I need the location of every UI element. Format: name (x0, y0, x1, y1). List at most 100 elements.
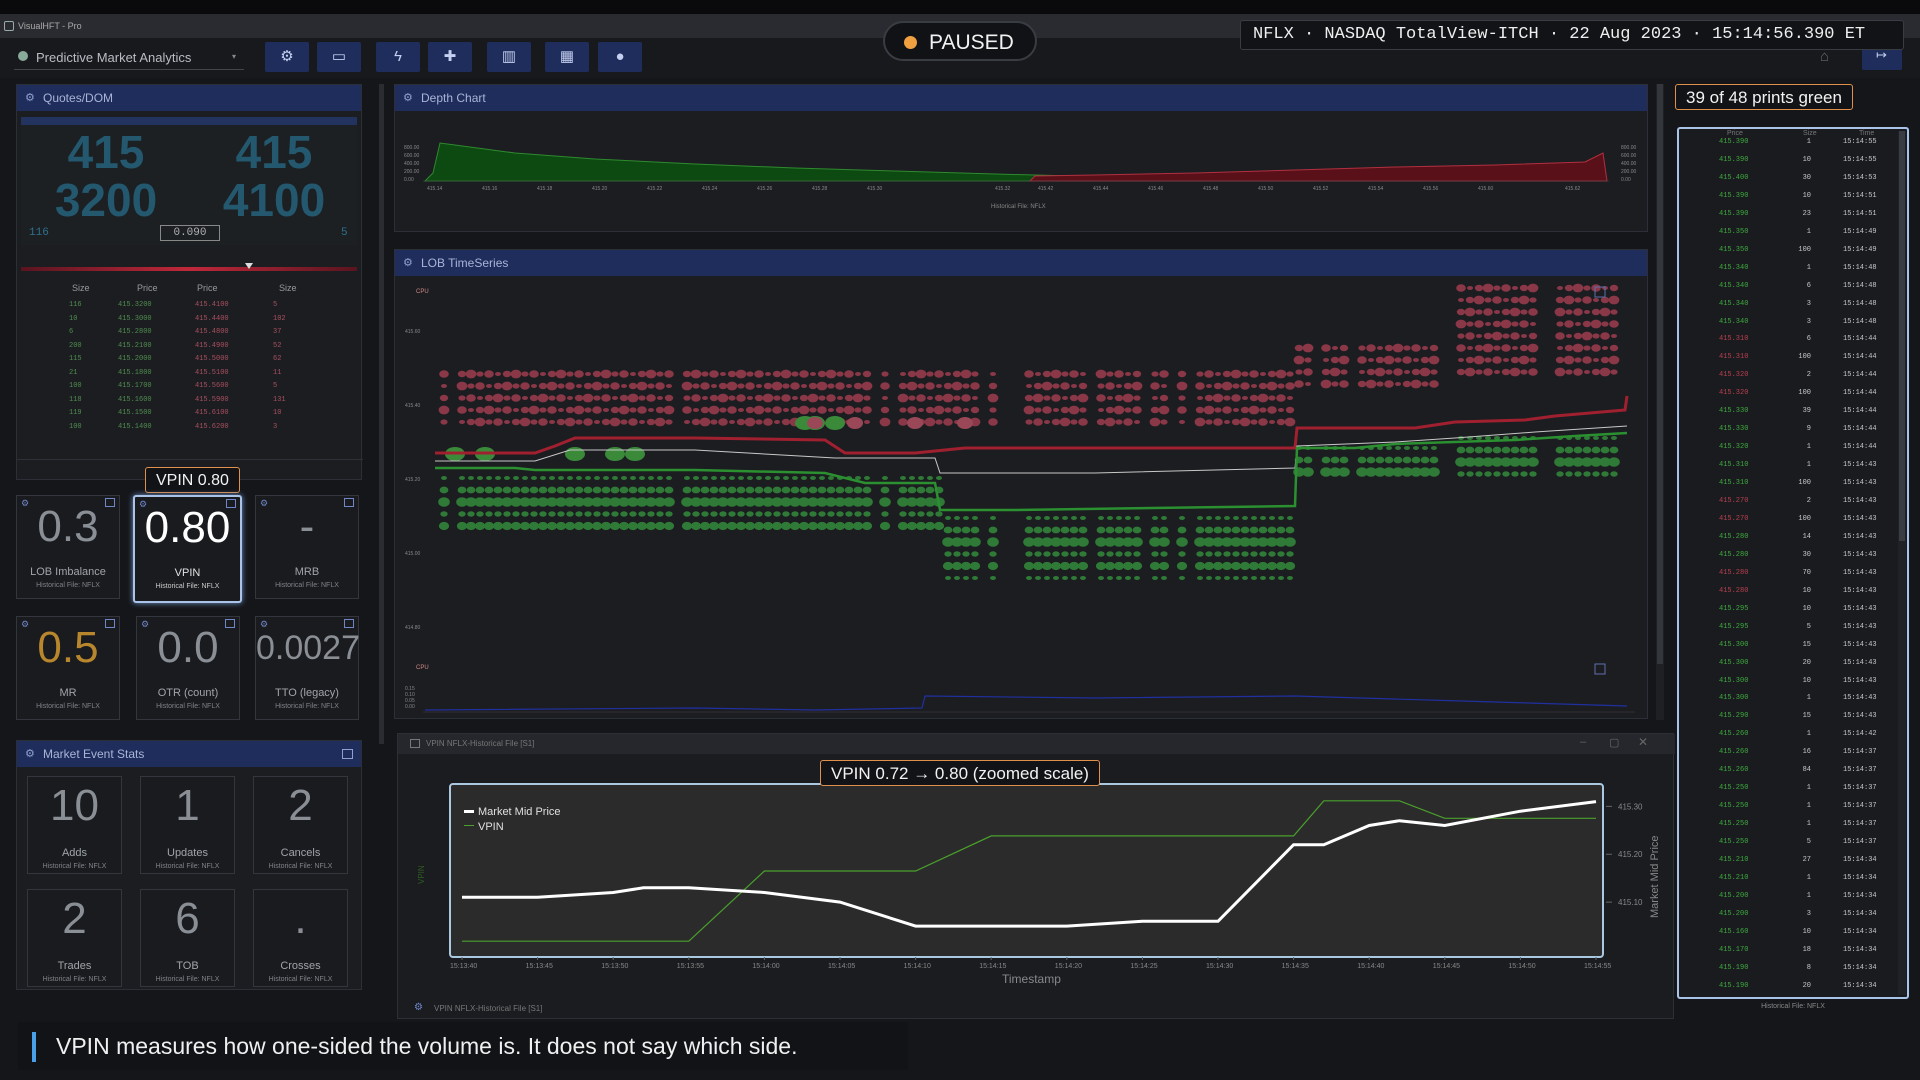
tape-time: 15:14:43 (1843, 532, 1877, 541)
tape-row: 415.295 5 15:14:43 (1679, 618, 1897, 636)
tape-price: 415.270 (1719, 514, 1749, 523)
tape-price: 415.260 (1719, 766, 1749, 775)
tape-price: 415.210 (1719, 873, 1749, 882)
tape-row: 415.340 3 15:14:48 (1679, 295, 1897, 313)
tape-time: 15:14:37 (1843, 802, 1877, 811)
tape-size: 100 (1798, 479, 1811, 488)
tape-price: 415.350 (1719, 227, 1749, 236)
tape-size: 15 (1802, 640, 1811, 649)
tape-scrollbar[interactable] (1898, 131, 1906, 995)
tape-row: 415.200 3 15:14:34 (1679, 905, 1897, 923)
tape-price: 415.300 (1719, 694, 1749, 703)
tape-price: 415.350 (1719, 245, 1749, 254)
tape-size: 5 (1806, 838, 1811, 847)
tape-time: 15:14:44 (1843, 425, 1877, 434)
scroll-thumb[interactable] (1899, 131, 1905, 541)
tape-time: 15:14:53 (1843, 173, 1877, 182)
tape-time: 15:14:37 (1843, 766, 1877, 775)
tape-row: 415.310 100 15:14:44 (1679, 348, 1897, 366)
tape-size: 30 (1802, 550, 1811, 559)
tape-row: 415.330 39 15:14:44 (1679, 402, 1897, 420)
tape-size: 18 (1802, 945, 1811, 954)
tape-size: 1 (1806, 461, 1811, 470)
tape-price: 415.280 (1719, 532, 1749, 541)
tape-time: 15:14:43 (1843, 712, 1877, 721)
tape-time: 15:14:44 (1843, 353, 1877, 362)
tape-row: 415.250 5 15:14:37 (1679, 833, 1897, 851)
tape-time: 15:14:34 (1843, 909, 1877, 918)
tape-size: 84 (1802, 766, 1811, 775)
tape-time: 15:14:34 (1843, 873, 1877, 882)
tape-price: 415.280 (1719, 550, 1749, 559)
tape-row: 415.295 10 15:14:43 (1679, 600, 1897, 618)
tape-size: 100 (1798, 245, 1811, 254)
tape-time: 15:14:43 (1843, 622, 1877, 631)
y-tick: 415.10 (1618, 898, 1643, 907)
x-tick: 15:14:45 (1433, 963, 1460, 970)
tape-time: 15:14:48 (1843, 281, 1877, 290)
tape-size: 10 (1802, 155, 1811, 164)
tape-size: 6 (1806, 335, 1811, 344)
x-tick: 15:14:55 (1584, 963, 1611, 970)
tape-size: 100 (1798, 353, 1811, 362)
caption-bar: VPIN measures how one-sided the volume i… (18, 1022, 908, 1070)
tape-row: 415.390 10 15:14:51 (1679, 187, 1897, 205)
tape-row: 415.160 10 15:14:34 (1679, 923, 1897, 941)
tape-row: 415.250 1 15:14:37 (1679, 815, 1897, 833)
tape-size: 10 (1802, 604, 1811, 613)
tape-time: 15:14:48 (1843, 263, 1877, 272)
tape-size: 3 (1806, 299, 1811, 308)
legend-swatch-mid (464, 810, 474, 813)
tape-row: 415.310 100 15:14:43 (1679, 474, 1897, 492)
tape-price: 415.250 (1719, 838, 1749, 847)
tape-price: 415.210 (1719, 856, 1749, 864)
x-tick: 15:14:00 (752, 963, 779, 970)
tape-size: 3 (1806, 317, 1811, 326)
tape-row: 415.300 20 15:14:43 (1679, 654, 1897, 672)
y-right-axis-title: Market Mid Price (1649, 835, 1661, 918)
tape-price: 415.300 (1719, 676, 1749, 685)
tape-row: 415.280 14 15:14:43 (1679, 528, 1897, 546)
tape-size: 2 (1806, 371, 1811, 380)
tape-price: 415.160 (1719, 927, 1749, 936)
tape-size: 1 (1806, 873, 1811, 882)
x-tick: 15:14:20 (1055, 963, 1082, 970)
tape-size: 3 (1806, 909, 1811, 918)
tape-price: 415.330 (1719, 407, 1749, 416)
tape-time: 15:14:37 (1843, 784, 1877, 793)
tape-price: 415.320 (1719, 389, 1749, 398)
tape-row: 415.290 15 15:14:43 (1679, 707, 1897, 725)
tape-price: 415.190 (1719, 981, 1749, 990)
tape-rows: 415.390 1 15:14:55 415.390 10 15:14:55 415.400… (1679, 133, 1897, 997)
tape-size: 20 (1802, 981, 1811, 990)
tape-time: 15:14:34 (1843, 945, 1877, 954)
tape-price: 415.400 (1719, 173, 1749, 182)
tape-row: 415.320 100 15:14:44 (1679, 384, 1897, 402)
x-tick: 15:13:55 (677, 963, 704, 970)
tape-size: 10 (1802, 676, 1811, 685)
y-tick: 415.30 (1618, 802, 1643, 811)
x-axis-title: Timestamp (1002, 972, 1061, 986)
caption-text: VPIN measures how one-sided the volume i… (56, 1033, 798, 1059)
tape-time: 15:14:44 (1843, 407, 1877, 416)
tape-size: 1 (1806, 694, 1811, 703)
tape-time: 15:14:49 (1843, 245, 1877, 254)
tape-size: 23 (1802, 209, 1811, 218)
tape-size: 5 (1806, 622, 1811, 631)
tape-row: 415.320 2 15:14:44 (1679, 366, 1897, 384)
tape-time: 15:14:34 (1843, 927, 1877, 936)
tape-row: 415.210 27 15:14:34 (1679, 851, 1897, 869)
tape-price: 415.290 (1719, 712, 1749, 721)
tape-row: 415.190 8 15:14:34 (1679, 959, 1897, 977)
tape-price: 415.340 (1719, 263, 1749, 272)
tape-time: 15:14:51 (1843, 209, 1877, 218)
vpin-plot-frame (449, 783, 1604, 958)
tape-time: 15:14:37 (1843, 820, 1877, 829)
tape-price: 415.280 (1719, 586, 1749, 595)
tape-size: 6 (1806, 281, 1811, 290)
tape-row: 415.340 1 15:14:48 (1679, 259, 1897, 277)
tape-time: 15:14:43 (1843, 568, 1877, 577)
tape-row: 415.340 6 15:14:48 (1679, 277, 1897, 295)
tape-row: 415.270 2 15:14:43 (1679, 492, 1897, 510)
tape-price: 415.340 (1719, 317, 1749, 326)
